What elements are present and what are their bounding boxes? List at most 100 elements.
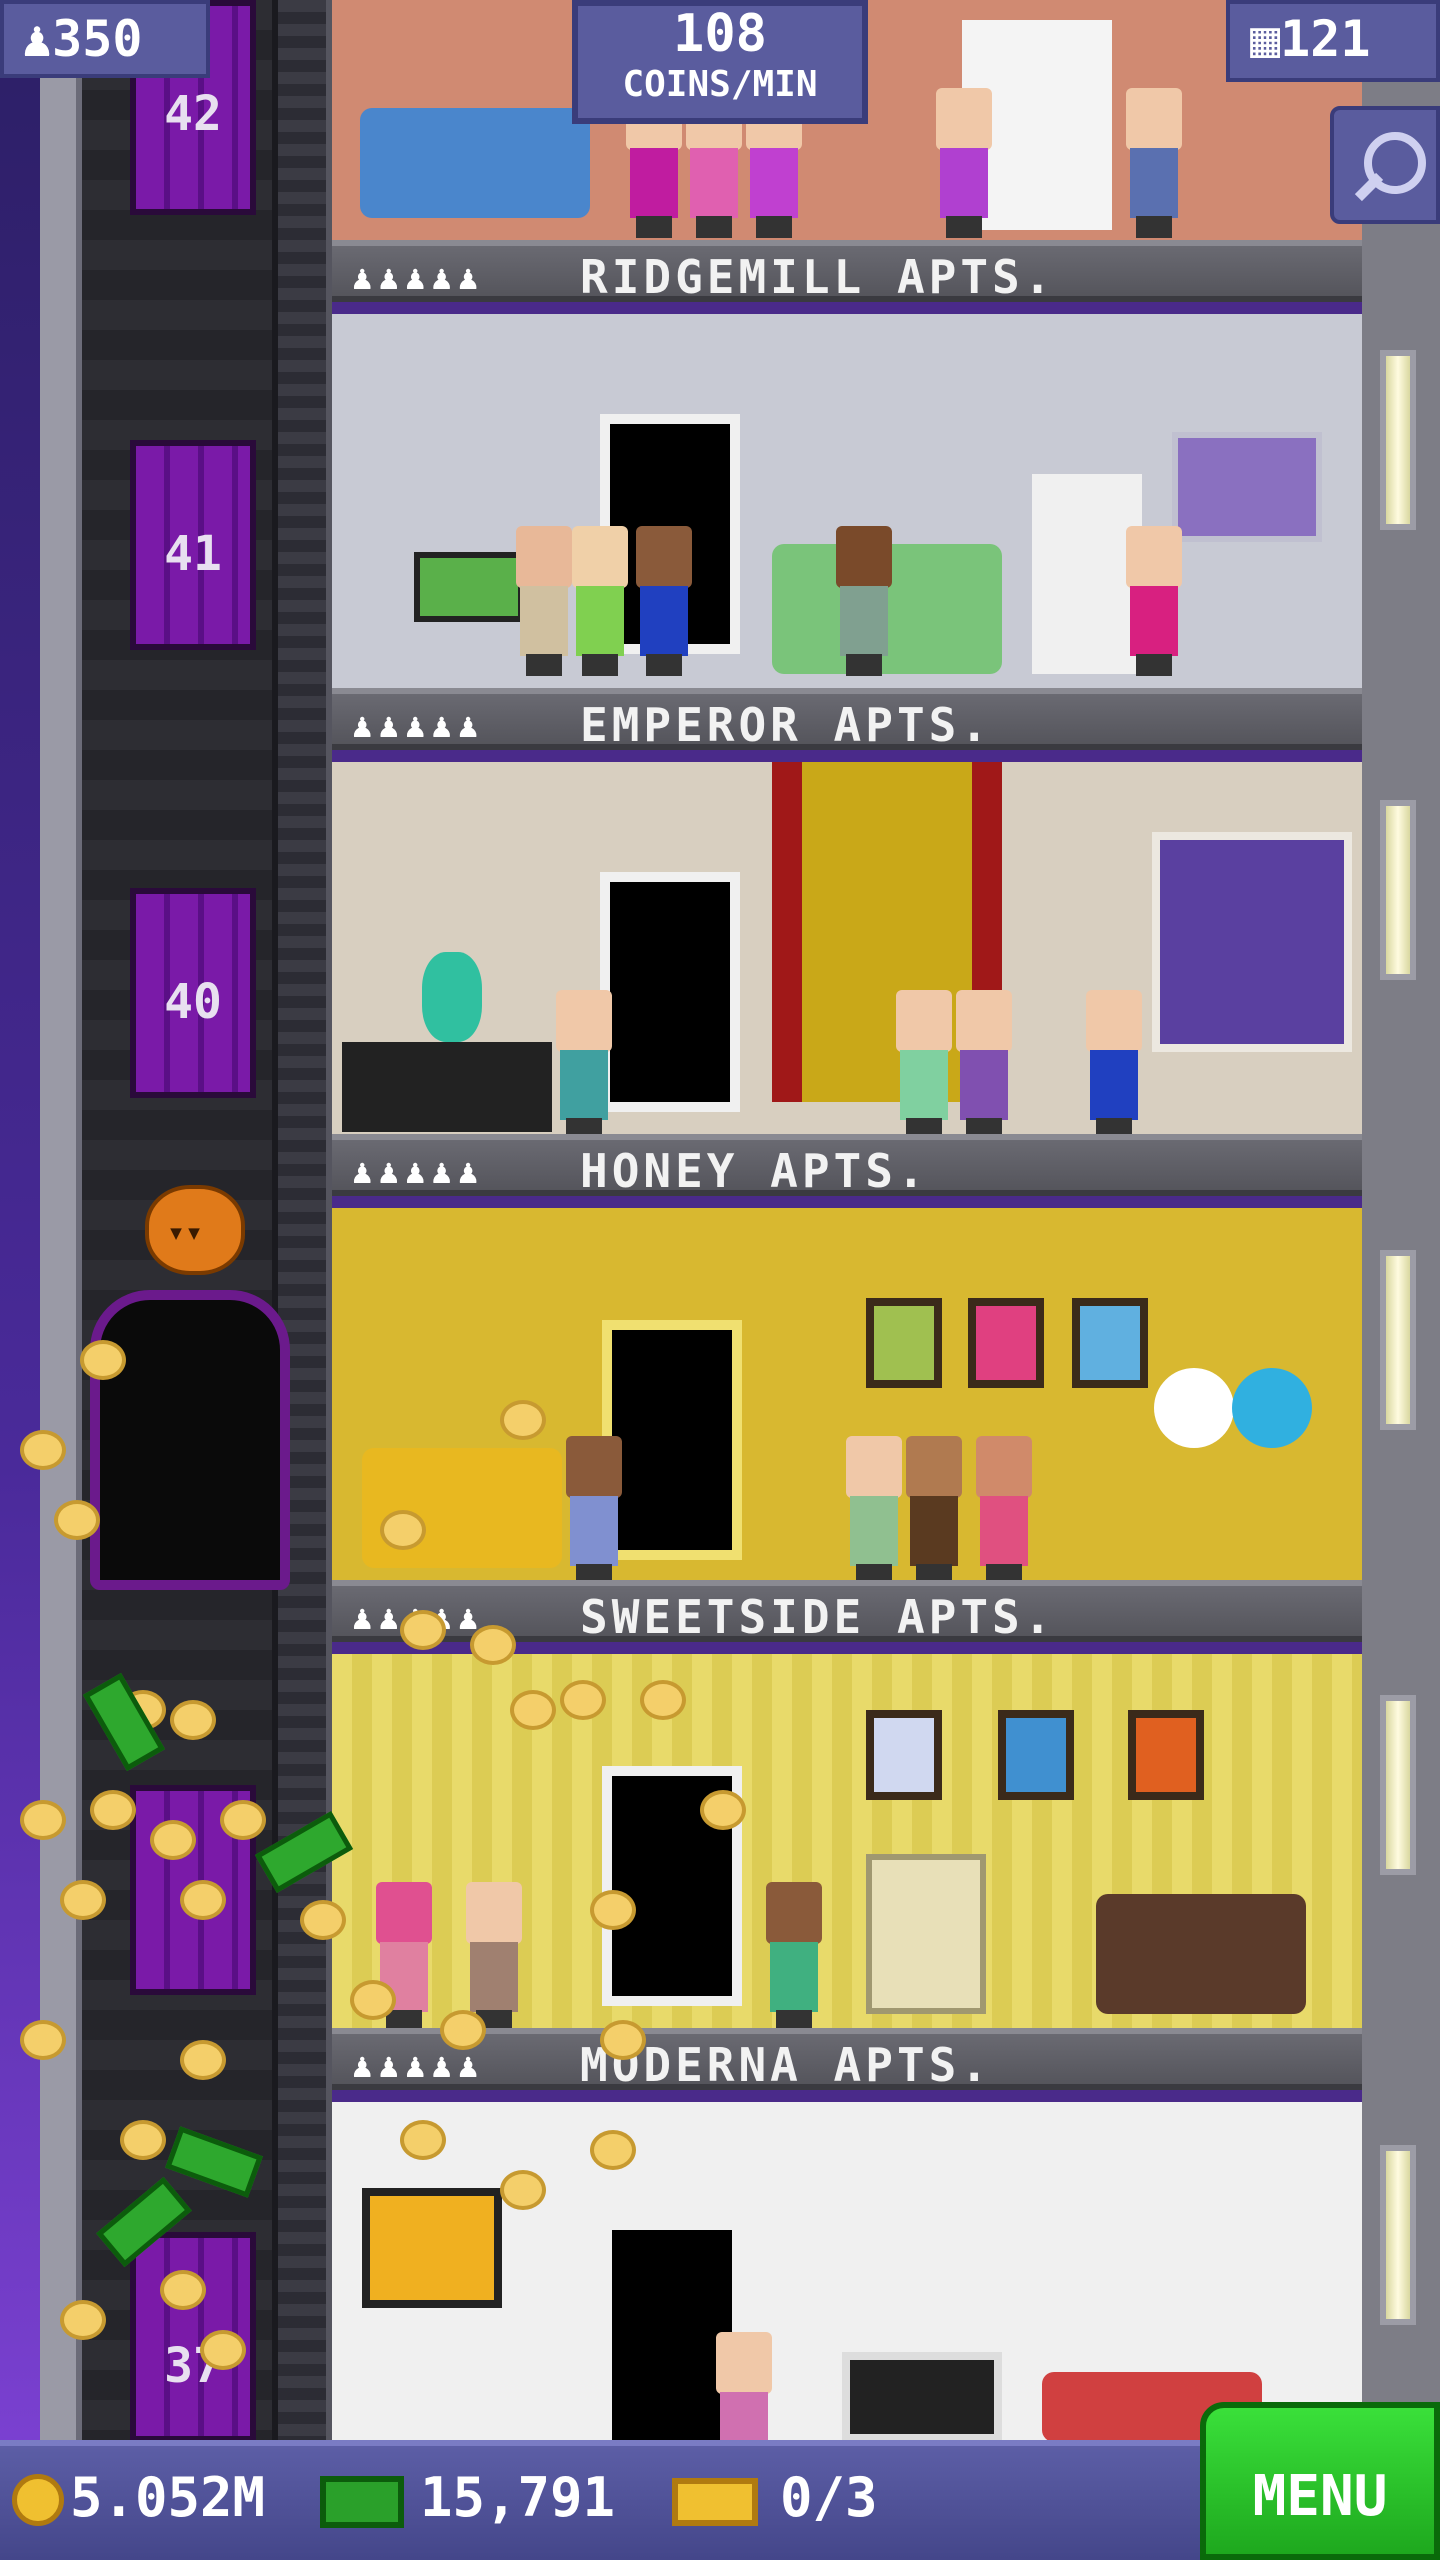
- elevator-floor-number: 40: [164, 974, 222, 1030]
- coin-particle: [20, 1430, 66, 1470]
- floor-room-honey-upper[interactable]: [332, 762, 1362, 1140]
- window: [1172, 432, 1322, 542]
- tower-bux-icon: [320, 2476, 404, 2528]
- coin-particle: [20, 1800, 66, 1840]
- resident[interactable]: [832, 526, 894, 676]
- coin-particle: [700, 1790, 746, 1830]
- coin-particle: [510, 1690, 556, 1730]
- coins-per-min-value: 108: [673, 4, 767, 64]
- floor-counter[interactable]: ▦121: [1226, 0, 1440, 82]
- coin-particle: [180, 1880, 226, 1920]
- coin-particle: [200, 2330, 246, 2370]
- coin-particle: [60, 2300, 106, 2340]
- resident[interactable]: [842, 1436, 904, 1586]
- picture-frame: [998, 1710, 1074, 1800]
- floor-count-value: 121: [1280, 10, 1371, 68]
- nightstand: [342, 1042, 552, 1132]
- elevator-car[interactable]: [90, 1290, 290, 1590]
- person-icon: ♟: [22, 10, 53, 68]
- population-counter[interactable]: ♟350: [0, 0, 210, 78]
- picture-frame: [1072, 1298, 1148, 1388]
- floor-room-bottom[interactable]: [332, 2102, 1362, 2440]
- coin-icon: [12, 2474, 64, 2526]
- coin-particle: [400, 2120, 446, 2160]
- elevator-floor-number: 42: [164, 86, 222, 142]
- elevator-door-41[interactable]: 41: [130, 440, 256, 650]
- coin-particle: [80, 1340, 126, 1380]
- floor-label-moderna[interactable]: ♟♟♟♟♟ MODERNA APTS.: [332, 2028, 1362, 2092]
- resident[interactable]: [902, 1436, 964, 1586]
- coin-particle: [60, 1880, 106, 1920]
- coin-particle: [600, 2020, 646, 2060]
- elevator-floor-number: 41: [164, 526, 222, 582]
- coin-particle: [400, 1610, 446, 1650]
- picture-frame: [866, 1710, 942, 1800]
- resident[interactable]: [952, 990, 1014, 1140]
- ticket-icon: [672, 2478, 758, 2526]
- window-light: [1380, 350, 1416, 530]
- resident-slots: ♟♟♟♟♟: [352, 706, 485, 746]
- elevator-door-40[interactable]: 40: [130, 888, 256, 1098]
- tower-outer-wall: [40, 0, 82, 2440]
- game-screen: 42 41 40 37 ♟♟♟♟♟ RIDGEMILL APTS.: [0, 0, 1440, 2560]
- population-value: 350: [52, 10, 143, 68]
- night-sky: [0, 0, 40, 2440]
- resident[interactable]: [1082, 990, 1144, 1140]
- coins-per-min-label: COINS/MIN: [622, 64, 818, 105]
- picture-frame: [866, 1298, 942, 1388]
- blue-sofa: [360, 108, 590, 218]
- coin-particle: [170, 1700, 216, 1740]
- coin-particle: [590, 2130, 636, 2170]
- floor-name: EMPEROR APTS.: [580, 698, 993, 752]
- coin-particle: [560, 1680, 606, 1720]
- floor-name: SWEETSIDE APTS.: [580, 1590, 1056, 1644]
- elevator-rail: [272, 0, 332, 2440]
- resident[interactable]: [712, 2332, 774, 2440]
- resident[interactable]: [462, 1882, 524, 2032]
- floor-label-ridgemill[interactable]: ♟♟♟♟♟ RIDGEMILL APTS.: [332, 240, 1362, 304]
- resident[interactable]: [512, 526, 574, 676]
- coin-particle: [470, 1625, 516, 1665]
- brown-sofa: [1096, 1894, 1306, 2014]
- resident[interactable]: [932, 88, 994, 238]
- floor-label-emperor[interactable]: ♟♟♟♟♟ EMPEROR APTS.: [332, 688, 1362, 752]
- floor-label-honey[interactable]: ♟♟♟♟♟ HONEY APTS.: [332, 1134, 1362, 1198]
- floor-room-emperor[interactable]: [332, 314, 1362, 692]
- flower: [1154, 1368, 1234, 1448]
- coin-particle: [440, 2010, 486, 2050]
- menu-button[interactable]: MENU: [1200, 2402, 1440, 2560]
- window-light: [1380, 2145, 1416, 2325]
- resident[interactable]: [972, 1436, 1034, 1586]
- resident[interactable]: [1122, 526, 1184, 676]
- fireplace: [842, 2352, 1002, 2440]
- floor-room-sweetside-upper[interactable]: [332, 1208, 1362, 1586]
- resident[interactable]: [1122, 88, 1184, 238]
- resident-slots: ♟♟♟♟♟: [352, 258, 485, 298]
- pumpkin-decoration: [145, 1185, 245, 1275]
- coin-particle: [20, 2020, 66, 2060]
- resident[interactable]: [632, 526, 694, 676]
- coin-particle: [300, 1900, 346, 1940]
- coin-particle: [54, 1500, 100, 1540]
- building-icon: ▦: [1250, 10, 1281, 68]
- coin-particle: [120, 2120, 166, 2160]
- window: [1152, 832, 1352, 1052]
- floor-name: HONEY APTS.: [580, 1144, 929, 1198]
- coin-particle: [150, 1820, 196, 1860]
- resident[interactable]: [552, 990, 614, 1140]
- coin-particle: [640, 1680, 686, 1720]
- tickets-value[interactable]: 0/3: [780, 2466, 878, 2529]
- coin-particle: [380, 1510, 426, 1550]
- resident[interactable]: [568, 526, 630, 676]
- resident[interactable]: [562, 1436, 624, 1586]
- floor-room-moderna-upper[interactable]: [332, 1654, 1362, 2032]
- magnifier-icon[interactable]: [1330, 106, 1440, 224]
- bux-value[interactable]: 15,791: [420, 2466, 615, 2529]
- coins-per-minute[interactable]: 108 COINS/MIN: [572, 0, 868, 124]
- coins-value[interactable]: 5.052M: [70, 2466, 265, 2529]
- resident[interactable]: [892, 990, 954, 1140]
- coin-particle: [220, 1800, 266, 1840]
- resident[interactable]: [762, 1882, 824, 2032]
- computer-monitor: [414, 552, 524, 622]
- room-door: [600, 872, 740, 1112]
